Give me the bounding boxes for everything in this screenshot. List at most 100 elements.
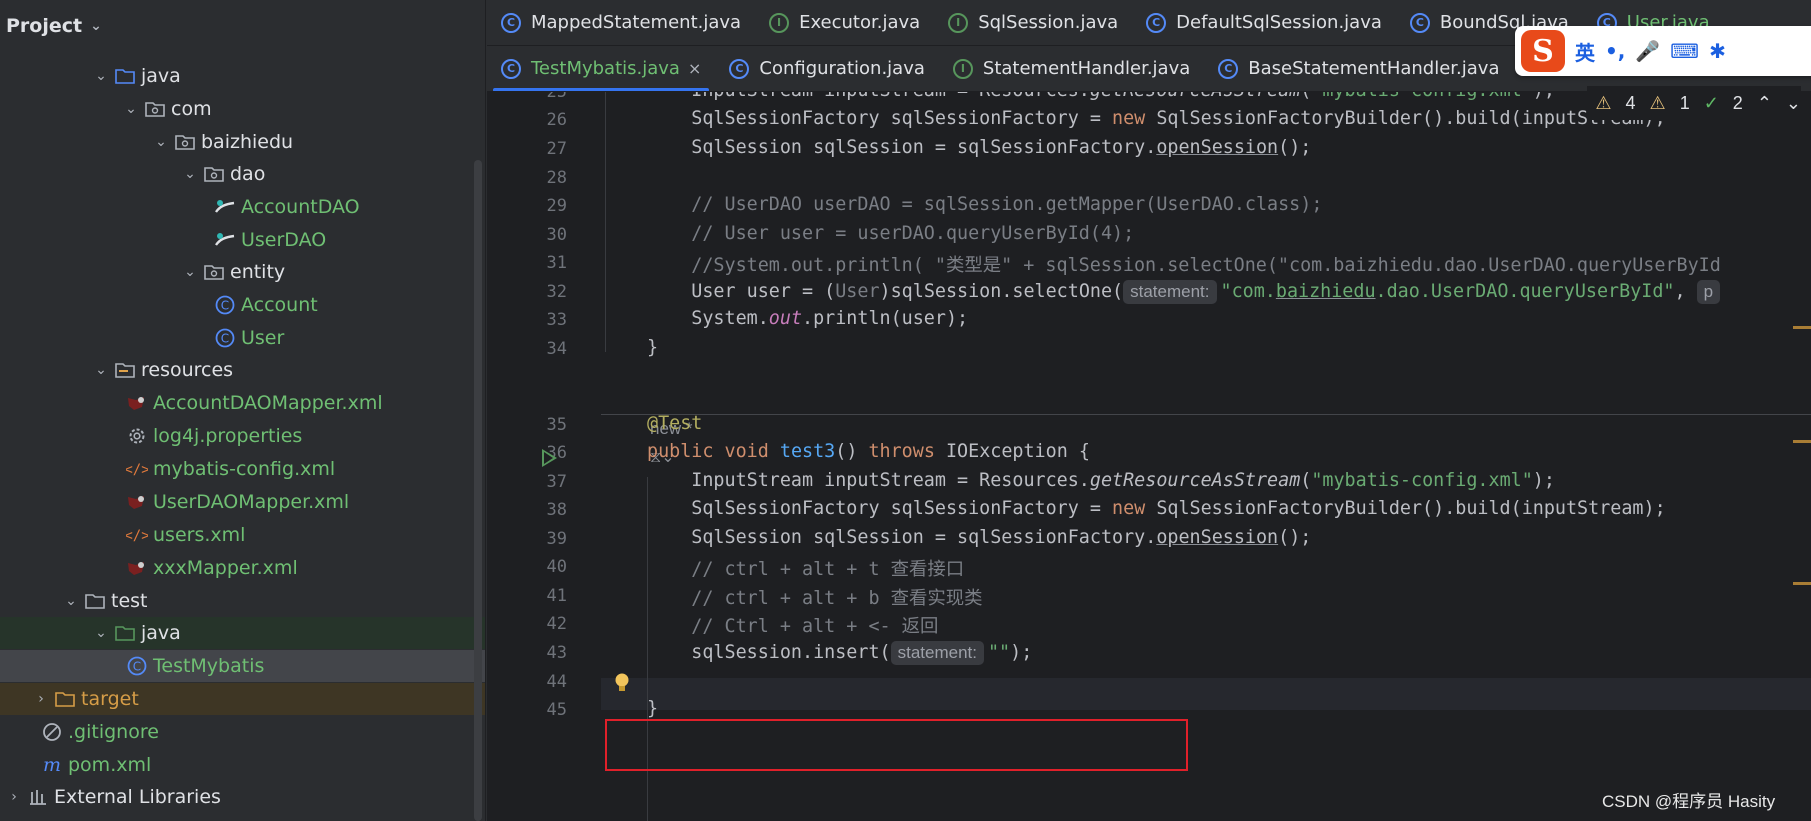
project-scrollbar[interactable] xyxy=(474,160,482,821)
chevron-down-icon[interactable]: ⌄ xyxy=(92,625,110,641)
close-icon[interactable]: × xyxy=(688,59,701,78)
tree-item-dao[interactable]: ⌄ dao xyxy=(0,158,485,190)
line-number: 34 xyxy=(546,339,567,359)
tree-item-baizhiedu[interactable]: ⌄ baizhiedu xyxy=(0,126,485,158)
watermark: CSDN @程序员 Hasity xyxy=(1602,792,1776,811)
tree-item-mybatis-config-xml[interactable]: </> mybatis-config.xml xyxy=(0,453,485,485)
previous-highlight-icon[interactable]: ⌃ xyxy=(1757,93,1772,114)
tree-item-com[interactable]: ⌄ com xyxy=(0,93,485,125)
editor-tab-configuration-java[interactable]: C Configuration.java xyxy=(715,46,939,91)
chevron-down-icon[interactable]: ⌄ xyxy=(122,101,140,117)
tree-item-users-xml[interactable]: </> users.xml xyxy=(0,519,485,551)
keyboard-icon[interactable]: ⌨ xyxy=(1670,39,1699,63)
warning-stripe-marker[interactable] xyxy=(1793,440,1811,443)
chevron-down-icon[interactable]: ⌄ xyxy=(62,593,80,609)
tree-item-label: AccountDAOMapper.xml xyxy=(153,392,383,414)
tree-item-accountdao[interactable]: AccountDAO xyxy=(0,191,485,223)
chevron-down-icon[interactable]: ⌄ xyxy=(92,68,110,84)
next-highlight-icon[interactable]: ⌄ xyxy=(1786,93,1801,114)
lightbulb-icon[interactable] xyxy=(613,672,631,694)
svg-text:C: C xyxy=(221,299,229,313)
tree-item-log4j-properties[interactable]: log4j.properties xyxy=(0,420,485,452)
warning-stripe-marker[interactable] xyxy=(1793,582,1811,585)
inspection-widget[interactable]: ⚠ 4 ⚠ 1 ✓ 2 ⌃ ⌄ xyxy=(1587,86,1801,120)
weak-warning-icon: ⚠ xyxy=(1649,92,1666,113)
warning-stripe-marker[interactable] xyxy=(1793,326,1811,329)
editor-tab-testmybatis-java[interactable]: C TestMybatis.java × xyxy=(487,46,715,91)
project-header[interactable]: Project ⌄ xyxy=(0,0,485,52)
tree-item-accountdaomapper-xml[interactable]: AccountDAOMapper.xml xyxy=(0,387,485,419)
skin-icon[interactable]: ✱ xyxy=(1709,39,1726,63)
line-number: 28 xyxy=(546,168,567,188)
tree-item-xxxmapper-xml[interactable]: xxxMapper.xml xyxy=(0,552,485,584)
code-line-36: public void test3() throws IOException { xyxy=(647,441,1090,462)
mybatis-mapper-interface-icon xyxy=(214,230,236,250)
properties-gear-icon xyxy=(126,426,148,446)
class-icon: C xyxy=(126,656,148,676)
code-line-45: } xyxy=(647,698,659,719)
tree-item-external-libraries[interactable]: › External Libraries xyxy=(0,781,485,813)
ok-count: 2 xyxy=(1732,92,1743,113)
editor-tab-statementhandler-java[interactable]: I StatementHandler.java xyxy=(939,46,1204,91)
editor-tab-basestatementhandler-java[interactable]: C BaseStatementHandler.java xyxy=(1204,46,1513,91)
svg-text:m: m xyxy=(43,756,61,774)
code-line-34: } xyxy=(647,337,659,358)
tree-item-test[interactable]: ⌄ test xyxy=(0,585,485,617)
editor-tab-mappedstatement-java[interactable]: C MappedStatement.java xyxy=(487,0,755,45)
tree-item-label: pom.xml xyxy=(68,754,152,776)
code-line-31: //System.out.println( "类型是" + sqlSession… xyxy=(647,255,1721,276)
editor-area: C MappedStatement.java I Executor.java I SqlS… xyxy=(487,0,1811,821)
code-line-30: // User user = userDAO.queryUserById(4); xyxy=(647,223,1135,244)
xml-file-icon: </> xyxy=(126,459,148,479)
tree-item-java[interactable]: ⌄ java xyxy=(0,60,485,92)
mybatis-xml-icon xyxy=(126,393,148,413)
tree-item-resources[interactable]: ⌄ resources xyxy=(0,354,485,386)
tree-item-java[interactable]: ⌄ java xyxy=(0,617,485,649)
ime-mode-label[interactable]: 英 xyxy=(1575,37,1595,66)
indent-guide xyxy=(605,92,606,352)
package-icon xyxy=(144,99,166,119)
svg-text:</>: </> xyxy=(126,462,148,477)
tree-item-account[interactable]: C Account xyxy=(0,289,485,321)
editor-tab-defaultsqlsession-java[interactable]: C DefaultSqlSession.java xyxy=(1132,0,1396,45)
tree-item-pom-xml[interactable]: m pom.xml xyxy=(0,749,485,781)
line-number: 27 xyxy=(546,139,567,159)
chevron-down-icon[interactable]: ⌄ xyxy=(152,134,170,150)
editor-tab-sqlsession-java[interactable]: I SqlSession.java xyxy=(934,0,1132,45)
tree-item-label: External Libraries xyxy=(54,786,221,808)
tree-item-testmybatis[interactable]: C TestMybatis xyxy=(0,650,485,682)
class-icon: C xyxy=(501,12,521,33)
line-number: 42 xyxy=(546,614,567,634)
tree-item-label: UserDAO xyxy=(241,229,327,251)
run-test-icon[interactable] xyxy=(542,449,557,467)
tab-label: Executor.java xyxy=(799,12,921,33)
tree-item-user[interactable]: C User xyxy=(0,322,485,354)
project-tool-window: ⌄main⌄java⌄com⌄baizhiedu⌄daoAccountDAOUs… xyxy=(0,0,486,821)
line-number: 29 xyxy=(546,196,567,216)
warning-icon: ⚠ xyxy=(1595,92,1612,113)
tree-item-label: baizhiedu xyxy=(201,131,294,153)
package-icon xyxy=(174,132,196,152)
code-editor[interactable]: 25 26 27 28 29 30 31 32 33 34 35 36 37 38 39 40 41 42 43 44… xyxy=(487,92,1811,821)
chevron-down-icon[interactable]: ⌄ xyxy=(181,264,199,280)
chevron-down-icon[interactable]: ⌄ xyxy=(92,362,110,378)
chevron-down-icon[interactable]: ⌄ xyxy=(90,18,102,34)
sogou-logo-icon: S xyxy=(1521,30,1565,72)
svg-text:C: C xyxy=(221,332,229,346)
class-icon: C xyxy=(214,328,236,348)
punctuation-icon[interactable]: •, xyxy=(1605,39,1625,63)
tree-item-userdao[interactable]: UserDAO xyxy=(0,224,485,256)
chevron-right-icon[interactable]: › xyxy=(5,789,23,805)
tree-item-label: xxxMapper.xml xyxy=(153,557,298,579)
tree-item-target[interactable]: › target xyxy=(0,683,485,715)
tree-item-userdaomapper-xml[interactable]: UserDAOMapper.xml xyxy=(0,486,485,518)
mybatis-xml-icon xyxy=(126,558,148,578)
chevron-down-icon[interactable]: ⌄ xyxy=(181,166,199,182)
tree-item-gitignore[interactable]: .gitignore xyxy=(0,716,485,748)
tree-item-entity[interactable]: ⌄ entity xyxy=(0,256,485,288)
editor-tab-executor-java[interactable]: I Executor.java xyxy=(755,0,934,45)
tree-item-label: target xyxy=(81,688,139,710)
microphone-icon[interactable]: 🎤 xyxy=(1635,39,1660,63)
ime-toolbar[interactable]: S 英 •, 🎤 ⌨ ✱ xyxy=(1515,26,1811,76)
chevron-right-icon[interactable]: › xyxy=(32,691,50,707)
